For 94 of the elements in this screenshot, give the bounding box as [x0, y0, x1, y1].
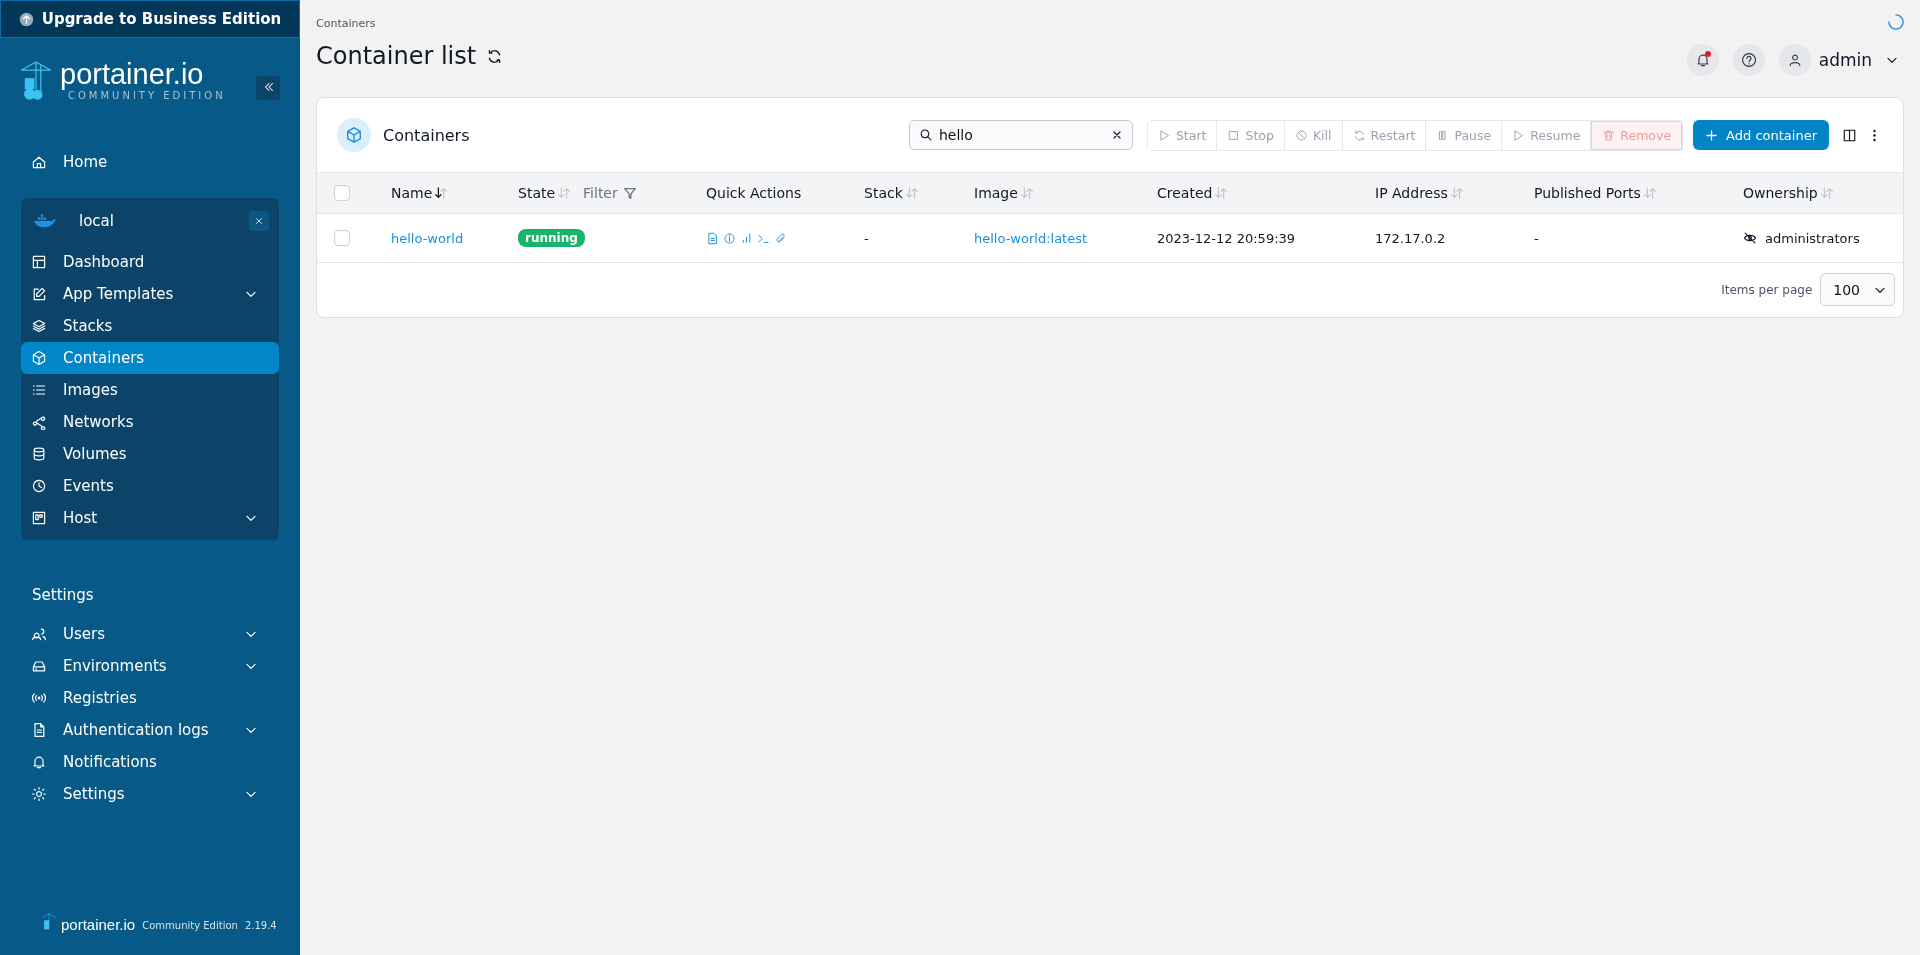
sidebar-item[interactable]: Stacks: [21, 310, 279, 342]
column-header[interactable]: Image: [974, 185, 1018, 201]
trash-icon: [1602, 128, 1616, 142]
sidebar-item[interactable]: Users: [21, 618, 279, 650]
logo-wordmark: portainer.io: [60, 58, 204, 90]
columns-icon[interactable]: [1842, 127, 1857, 143]
container-name-link[interactable]: hello-world: [391, 230, 464, 246]
select-all-checkbox[interactable]: [334, 185, 350, 201]
state-badge: running: [518, 229, 585, 247]
plus-icon: [1705, 128, 1719, 142]
arrow-up-circle-icon: [18, 11, 34, 27]
sidebar-item[interactable]: Networks: [21, 406, 279, 438]
column-header[interactable]: Published Ports: [1534, 185, 1641, 201]
column-header[interactable]: Ownership: [1743, 185, 1818, 201]
table-cell: -: [864, 230, 869, 246]
add-container-button[interactable]: Add container: [1693, 120, 1829, 150]
bell-icon: [31, 754, 47, 770]
edit-icon: [31, 286, 47, 302]
share-icon: [31, 414, 47, 430]
version-text: 2.19.4: [244, 920, 277, 933]
play-icon: [1512, 128, 1526, 142]
sidebar-item[interactable]: Notifications: [21, 746, 279, 778]
broadcast-icon: [31, 690, 47, 706]
sidebar-item[interactable]: Settings: [21, 778, 279, 810]
help-button[interactable]: [1732, 44, 1765, 76]
document-icon: [31, 722, 47, 738]
eye-slash-icon: [1743, 231, 1757, 245]
table-cell: -: [1534, 230, 1539, 246]
help-icon: [1740, 52, 1757, 68]
database-icon: [31, 446, 47, 462]
search-icon: [918, 128, 933, 142]
sidebar-item[interactable]: Environments: [21, 650, 279, 682]
column-header[interactable]: Name: [391, 185, 433, 201]
sidebar-item[interactable]: Dashboard: [21, 246, 279, 278]
breadcrumb: Containers: [316, 17, 377, 30]
logo-edition: COMMUNITY EDITION: [68, 90, 226, 101]
sidebar-item[interactable]: App Templates: [21, 278, 279, 310]
ban-icon: [1294, 128, 1308, 142]
upgrade-link[interactable]: Upgrade to Business Edition: [0, 0, 300, 38]
sort-icon[interactable]: [434, 186, 449, 200]
column-header[interactable]: IP Address: [1375, 185, 1448, 201]
logs-icon[interactable]: [706, 231, 719, 245]
sidebar-item[interactable]: Images: [21, 374, 279, 406]
drive-icon: [31, 658, 47, 674]
layout-icon: [31, 254, 47, 270]
users-icon: [31, 626, 47, 642]
sidebar-item[interactable]: Containers: [21, 342, 279, 374]
user-menu[interactable]: admin: [1818, 50, 1904, 70]
column-header[interactable]: Stack: [864, 185, 903, 201]
refresh-icon: [1352, 128, 1366, 142]
board-icon: [31, 510, 47, 526]
sidebar-item[interactable]: Volumes: [21, 438, 279, 470]
footer-edition: Community Edition: [142, 920, 238, 933]
row-checkbox[interactable]: [334, 230, 350, 246]
sidebar-item[interactable]: Events: [21, 470, 279, 502]
column-header[interactable]: State: [518, 185, 556, 201]
attach-icon[interactable]: [774, 231, 787, 245]
home-icon: [31, 154, 47, 170]
sidebar-item[interactable]: Host: [21, 502, 279, 534]
sidebar-item[interactable]: Registries: [21, 682, 279, 714]
layers-icon: [31, 318, 47, 334]
close-environment-button[interactable]: [249, 211, 269, 231]
user-avatar-button[interactable]: [1778, 44, 1811, 76]
notifications-button[interactable]: [1686, 44, 1719, 76]
info-icon[interactable]: [723, 231, 736, 245]
cube-icon: [31, 350, 47, 366]
loading-spinner-icon: [1888, 14, 1904, 30]
environment-name: local: [79, 212, 114, 230]
section-heading: Settings: [31, 585, 95, 606]
whale-icon: [33, 213, 57, 229]
sidebar-item[interactable]: Home: [21, 146, 279, 178]
page-title: Container list: [316, 42, 477, 70]
card-title: Containers: [383, 125, 470, 145]
list-icon: [31, 382, 47, 398]
table-cell: 172.17.0.2: [1375, 230, 1446, 246]
square-icon: [1227, 128, 1241, 142]
items-per-page-select[interactable]: 100: [1820, 273, 1895, 306]
collapse-sidebar-button[interactable]: [256, 76, 280, 100]
filter-icon: [622, 186, 637, 200]
stats-icon[interactable]: [740, 231, 753, 245]
column-header[interactable]: Created: [1157, 185, 1213, 201]
box-icon: [337, 118, 371, 152]
close-icon: [254, 216, 264, 226]
search-field[interactable]: hello: [908, 120, 1133, 150]
column-header[interactable]: Quick Actions: [706, 185, 802, 201]
image-link[interactable]: hello-world:latest: [974, 230, 1088, 246]
items-per-page-label: Items per page: [1721, 282, 1813, 297]
filter-button[interactable]: Filter: [583, 185, 637, 201]
table-cell: 2023-12-12 20:59:39: [1157, 230, 1296, 246]
sidebar-item[interactable]: Authentication logs: [21, 714, 279, 746]
settings-icon: [31, 786, 47, 802]
clock-icon: [31, 478, 47, 494]
footer-wordmark: portainer.io: [61, 916, 136, 933]
table-cell: administrators: [1765, 230, 1860, 246]
